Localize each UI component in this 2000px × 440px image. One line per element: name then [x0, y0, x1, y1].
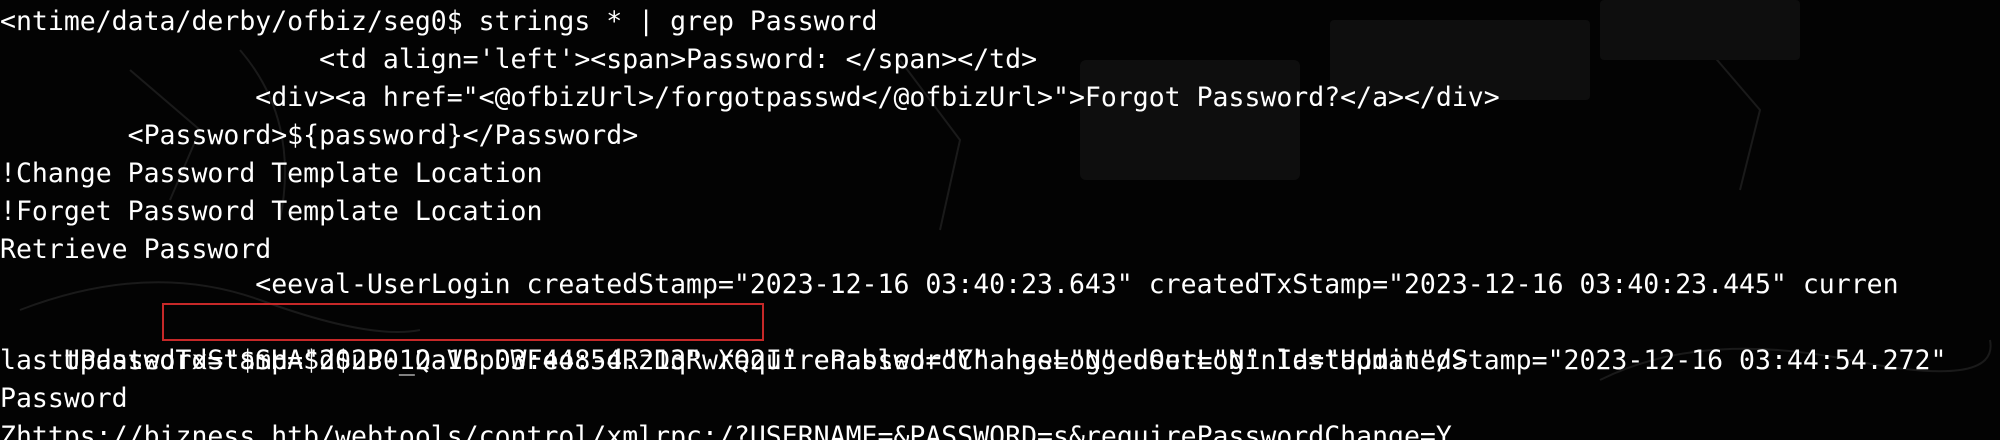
terminal-line-11: Password: [0, 383, 128, 414]
terminal-window[interactable]: <ntime/data/derby/ofbiz/seg0$ strings * …: [0, 0, 2000, 440]
terminal-line-2: <td align='left'><span>Password: </span>…: [0, 44, 1038, 75]
terminal-line-6: !Forget Password Template Location: [0, 196, 543, 227]
terminal-line-10: lastUpdatedTxStamp="2023-12-16 03:44:54.…: [0, 345, 1468, 376]
terminal-line-4: <Password>${password}</Password>: [0, 120, 639, 151]
terminal-line-8: <eeval-UserLogin createdStamp="2023-12-1…: [0, 269, 1899, 300]
terminal-line-12: Zhttps://bizness.htb/webtools/control/xm…: [0, 421, 1452, 440]
terminal-line-3: <div><a href="<@ofbizUrl>/forgotpasswd</…: [0, 82, 1500, 113]
password-hash-highlight-box: [162, 303, 764, 341]
terminal-line-5: !Change Password Template Location: [0, 158, 543, 189]
terminal-line-7: Retrieve Password: [0, 234, 272, 265]
terminal-line-1: <ntime/data/derby/ofbiz/seg0$ strings * …: [0, 6, 878, 37]
